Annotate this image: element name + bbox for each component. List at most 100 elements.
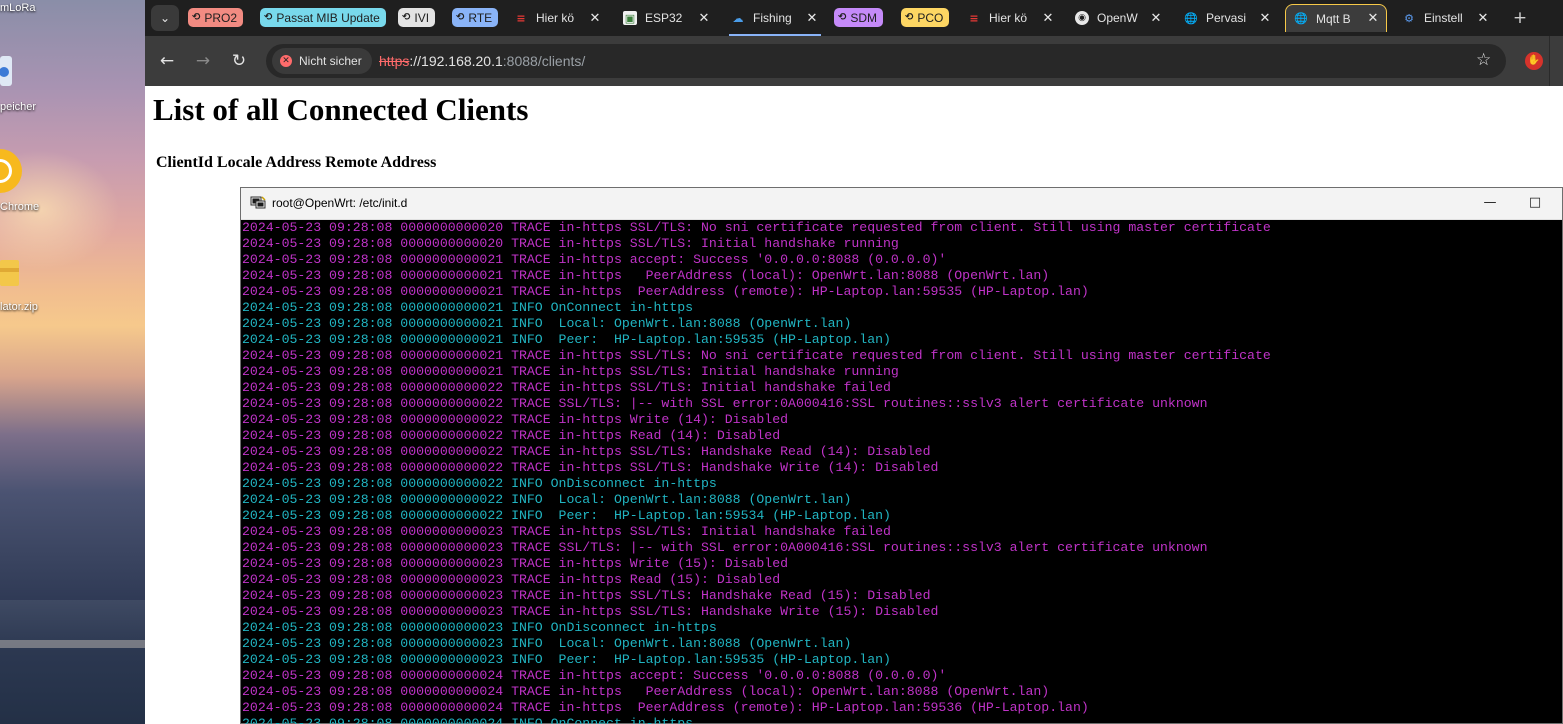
desktop-icon-label[interactable]: peicher — [0, 101, 36, 113]
reload-button[interactable]: ↻ — [227, 49, 251, 73]
log-line: 2024-05-23 09:28:08 0000000000024 INFO O… — [242, 716, 694, 724]
tab-pervasi[interactable]: 🌐 Pervasi ✕ — [1176, 4, 1278, 32]
maximize-button[interactable]: □ — [1521, 193, 1549, 213]
log-line: 2024-05-23 09:28:08 0000000000020 TRACE … — [242, 220, 1271, 235]
desktop-icon-label[interactable]: lator.zip — [0, 301, 38, 313]
desktop-icon-label[interactable]: mLoRa — [0, 2, 35, 14]
close-icon[interactable]: ✕ — [588, 11, 602, 26]
log-line: 2024-05-23 09:28:08 0000000000021 TRACE … — [242, 268, 1050, 283]
log-line: 2024-05-23 09:28:08 0000000000023 TRACE … — [242, 604, 939, 619]
log-line: 2024-05-23 09:28:08 0000000000023 INFO P… — [242, 652, 891, 667]
log-line: 2024-05-23 09:28:08 0000000000023 INFO L… — [242, 636, 852, 651]
tab-esp32[interactable]: ▣ ESP32 ✕ — [615, 4, 717, 32]
close-icon[interactable]: ✕ — [1476, 11, 1490, 26]
chevron-down-icon: ⌄ — [159, 11, 171, 25]
gear-icon: ⚙ — [1404, 11, 1414, 25]
log-line: 2024-05-23 09:28:08 0000000000021 INFO L… — [242, 316, 852, 331]
close-icon[interactable]: ✕ — [1149, 11, 1163, 26]
log-line: 2024-05-23 09:28:08 0000000000023 TRACE … — [242, 556, 789, 571]
tab-group-passat[interactable]: ⟲ Passat MIB Update — [260, 8, 386, 27]
group-icon: ⟲ — [402, 12, 411, 23]
log-line: 2024-05-23 09:28:08 0000000000021 TRACE … — [242, 364, 899, 379]
tab-openwrt[interactable]: ◉ OpenW ✕ — [1067, 4, 1169, 32]
globe-icon: 🌐 — [1294, 12, 1308, 25]
group-icon: ⟲ — [456, 12, 465, 23]
minimize-button[interactable]: — — [1476, 193, 1504, 213]
column-header: Remote Address — [325, 154, 437, 171]
log-line: 2024-05-23 09:28:08 0000000000022 TRACE … — [242, 380, 891, 395]
arrow-left-icon: ← — [159, 51, 175, 71]
clients-table-header: ClientId Locale Address Remote Address — [156, 154, 440, 172]
address-bar[interactable]: ✕ Nicht sicher https://192.168.20.1:8088… — [266, 44, 1506, 78]
log-line: 2024-05-23 09:28:08 0000000000024 TRACE … — [242, 700, 1089, 715]
close-icon[interactable]: ✕ — [1041, 11, 1055, 26]
log-line: 2024-05-23 09:28:08 0000000000023 TRACE … — [242, 588, 931, 603]
tab-mqtt-active[interactable]: 🌐 Mqtt B ✕ — [1285, 4, 1387, 32]
log-line: 2024-05-23 09:28:08 0000000000022 TRACE … — [242, 396, 1208, 411]
log-line: 2024-05-23 09:28:08 0000000000021 TRACE … — [242, 284, 1089, 299]
log-line: 2024-05-23 09:28:08 0000000000021 INFO O… — [242, 300, 694, 315]
back-button[interactable]: ← — [155, 49, 179, 73]
log-line: 2024-05-23 09:28:08 0000000000022 TRACE … — [242, 428, 781, 443]
column-header: ClientId — [156, 154, 213, 171]
maximize-icon: □ — [1528, 195, 1542, 210]
browser-toolbar: ← → ↻ ✕ Nicht sicher https://192.168.20.… — [145, 36, 1563, 86]
terminal-output[interactable]: 2024-05-23 09:28:08 0000000000020 TRACE … — [242, 220, 1562, 724]
log-line: 2024-05-23 09:28:08 0000000000023 INFO O… — [242, 620, 717, 635]
url-text[interactable]: https://192.168.20.1:8088/clients/ — [379, 53, 585, 69]
cloud-icon: ☁ — [732, 11, 744, 25]
minimize-icon: — — [1483, 195, 1497, 210]
tab-group-rte[interactable]: ⟲ RTE — [452, 8, 499, 27]
desktop-wallpaper: mLoRa peicher Chrome lator.zip — [0, 0, 145, 724]
wallpaper-reflection — [0, 640, 145, 648]
terminal-titlebar[interactable]: root@OpenWrt: /etc/init.d — □ — [241, 188, 1562, 220]
log-line: 2024-05-23 09:28:08 0000000000021 TRACE … — [242, 348, 1271, 363]
tab-group-ivi[interactable]: ⟲ IVI — [398, 8, 436, 27]
honda-icon: ≡ — [969, 11, 979, 25]
log-line: 2024-05-23 09:28:08 0000000000022 INFO O… — [242, 476, 717, 491]
bookmark-star-icon[interactable]: ☆ — [1476, 50, 1491, 70]
group-icon: ⟲ — [905, 12, 914, 23]
wallpaper-lake — [0, 600, 145, 724]
close-icon[interactable]: ✕ — [805, 11, 819, 26]
terminal-title: root@OpenWrt: /etc/init.d — [272, 196, 408, 210]
new-tab-button[interactable]: + — [1508, 6, 1532, 30]
extension-shield-icon[interactable]: ✋ — [1525, 52, 1543, 70]
tab-hier-ko-2[interactable]: ≡ Hier kö ✕ — [959, 4, 1061, 32]
tab-hier-ko[interactable]: ≡ Hier kö ✕ — [506, 4, 608, 32]
chrome-icon[interactable] — [0, 148, 24, 194]
log-line: 2024-05-23 09:28:08 0000000000022 TRACE … — [242, 460, 939, 475]
disk-cleanup-icon[interactable] — [0, 52, 14, 90]
group-icon: ⟲ — [264, 12, 273, 23]
honda-icon: ≡ — [516, 11, 526, 25]
warning-icon: ✕ — [280, 55, 292, 67]
log-line: 2024-05-23 09:28:08 0000000000022 TRACE … — [242, 444, 931, 459]
close-icon[interactable]: ✕ — [1258, 11, 1272, 26]
log-line: 2024-05-23 09:28:08 0000000000022 TRACE … — [242, 412, 789, 427]
url-scheme: https — [379, 53, 410, 69]
zip-folder-icon[interactable] — [0, 258, 20, 288]
tab-einstellungen[interactable]: ⚙ Einstell ✕ — [1394, 4, 1496, 32]
page-title: List of all Connected Clients — [153, 92, 529, 127]
log-line: 2024-05-23 09:28:08 0000000000022 INFO P… — [242, 508, 891, 523]
tab-group-pro2[interactable]: ⟲ PRO2 — [188, 8, 244, 27]
tab-group-pco[interactable]: ⟲ PCO — [901, 8, 950, 27]
putty-icon — [250, 196, 266, 209]
forward-button[interactable]: → — [191, 49, 215, 73]
tab-fishing[interactable]: ☁ Fishing ✕ — [723, 4, 825, 32]
tab-strip: ⌄ ⟲ PRO2 ⟲ Passat MIB Update ⟲ IVI ⟲ RTE ≡ H… — [145, 0, 1563, 36]
tab-search-button[interactable]: ⌄ — [151, 5, 179, 31]
reload-icon: ↻ — [231, 51, 247, 71]
plus-icon: + — [1512, 8, 1528, 28]
group-icon: ⟲ — [192, 12, 201, 23]
url-path: :8088/clients/ — [502, 53, 586, 69]
close-icon[interactable]: ✕ — [697, 11, 711, 26]
close-icon[interactable]: ✕ — [1366, 11, 1380, 26]
log-line: 2024-05-23 09:28:08 0000000000024 TRACE … — [242, 668, 947, 683]
toolbar-edge — [1549, 36, 1563, 86]
globe-icon: 🌐 — [1184, 11, 1198, 25]
log-line: 2024-05-23 09:28:08 0000000000023 TRACE … — [242, 524, 891, 539]
desktop-icon-label[interactable]: Chrome — [0, 201, 39, 213]
tab-group-sdm[interactable]: ⟲ SDM — [834, 8, 884, 27]
security-chip[interactable]: ✕ Nicht sicher — [272, 48, 372, 74]
